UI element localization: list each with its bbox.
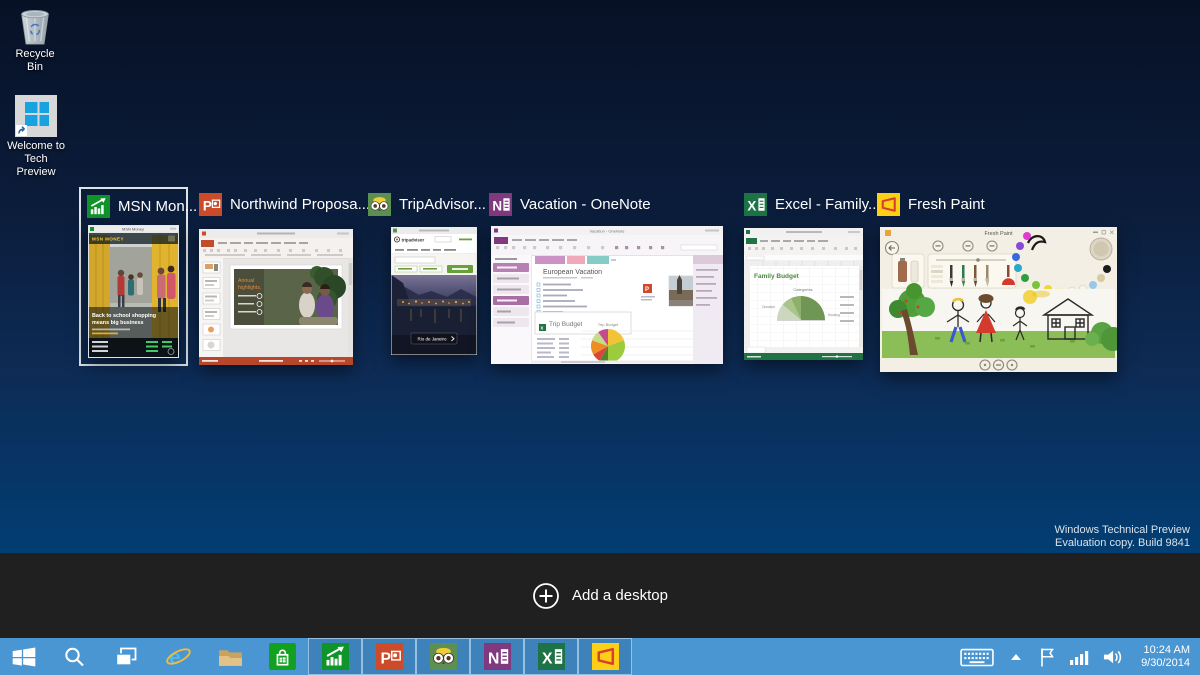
start-button[interactable] (0, 638, 48, 675)
evaluation-watermark: Windows Technical Preview Evaluation cop… (1054, 524, 1190, 549)
plus-circle-icon (532, 582, 560, 610)
recycle-bin-label: Recycle Bin (15, 48, 55, 73)
svg-text:x: x (541, 326, 544, 332)
task-view-window-msn-money[interactable]: MSN Mon... MSN Money MSN MONEY Back to s… (79, 187, 197, 366)
search-icon (62, 645, 86, 669)
network-signal-icon (1070, 649, 1089, 665)
window-title: Vacation - OneNote (520, 195, 651, 213)
tripadvisor-icon (430, 643, 457, 670)
svg-text:Housing: Housing (828, 313, 840, 317)
fresh-paint-icon (877, 193, 900, 216)
svg-text:Donation: Donation (762, 305, 775, 309)
internet-explorer-button[interactable] (152, 638, 204, 675)
window-title: Northwind Proposa... (230, 195, 371, 213)
window-title: Fresh Paint (908, 195, 985, 213)
desktop-icon-recycle-bin[interactable]: Recycle Bin (6, 6, 64, 74)
recycle-bin-icon (14, 6, 56, 46)
window-title: TripAdvisor... (399, 195, 486, 213)
keyboard-icon (960, 645, 994, 669)
touch-keyboard-button[interactable] (960, 645, 994, 669)
svg-text:Trip Budget: Trip Budget (598, 322, 619, 327)
onenote-taskbar-button[interactable] (470, 638, 524, 675)
powerpoint-taskbar-button[interactable] (362, 638, 416, 675)
tray-date: 9/30/2014 (1141, 656, 1190, 669)
msn-money-thumbnail[interactable]: MSN Money MSN MONEY Back to school shopp… (88, 225, 179, 358)
svg-text:European Vacation: European Vacation (543, 269, 602, 276)
onenote-icon (484, 643, 511, 670)
powerpoint-icon (376, 643, 403, 670)
svg-text:Annual: Annual (238, 278, 254, 284)
svg-text:Vacation - OneNote: Vacation - OneNote (590, 228, 626, 233)
search-button[interactable] (48, 638, 100, 675)
msn-money-taskbar-button[interactable] (308, 638, 362, 675)
svg-text:Categories: Categories (793, 287, 812, 292)
windows-logo-icon (10, 644, 38, 670)
welcome-label-line1: Welcome to (7, 140, 65, 152)
tray-time: 10:24 AM (1143, 643, 1190, 656)
svg-text:Rio de Janeiro: Rio de Janeiro (417, 337, 447, 342)
excel-icon (744, 193, 767, 216)
desktop-icon-welcome-tech-preview[interactable]: Welcome to Tech Preview (6, 94, 66, 179)
svg-text:P: P (645, 287, 649, 293)
powerpoint-icon (199, 193, 222, 216)
excel-taskbar-button[interactable] (524, 638, 578, 675)
network-button[interactable] (1070, 649, 1089, 665)
svg-text:tripadvisor: tripadvisor (402, 238, 425, 243)
chevron-up-icon (1008, 649, 1024, 665)
tripadvisor-thumbnail[interactable]: tripadvisor Rio de Janeiro (391, 227, 477, 355)
volume-icon (1103, 648, 1127, 666)
excel-icon (538, 643, 565, 670)
task-view-icon (114, 645, 138, 669)
msn-money-icon (322, 643, 349, 670)
window-title: MSN Mon... (118, 197, 198, 215)
welcome-label-line2: Tech Preview (16, 153, 56, 178)
add-desktop-label: Add a desktop (572, 587, 668, 604)
svg-text:Fresh Paint: Fresh Paint (984, 231, 1013, 237)
svg-text:MSN MONEY: MSN MONEY (92, 237, 124, 242)
svg-text:means big business: means big business (92, 320, 144, 326)
svg-text:Back to school shopping: Back to school shopping (92, 313, 156, 319)
file-explorer-icon (217, 645, 244, 668)
taskbar: 10:24 AM 9/30/2014 (0, 638, 1200, 675)
onenote-thumbnail[interactable]: Vacation - OneNote European Vacation P T… (491, 226, 723, 364)
system-tray: 10:24 AM 9/30/2014 (960, 638, 1200, 675)
svg-text:Trip Budget: Trip Budget (549, 321, 583, 328)
clock[interactable]: 10:24 AM 9/30/2014 (1141, 644, 1190, 670)
onenote-icon (489, 193, 512, 216)
action-center-button[interactable] (1038, 646, 1056, 668)
svg-text:Family Budget: Family Budget (754, 273, 800, 280)
volume-button[interactable] (1103, 648, 1127, 666)
store-icon (269, 643, 296, 670)
desktop: e P (0, 0, 1200, 675)
internet-explorer-icon (165, 643, 192, 670)
flag-icon (1038, 646, 1056, 668)
welcome-shortcut-icon (13, 94, 59, 138)
file-explorer-button[interactable] (204, 638, 256, 675)
task-view-bar: Add a desktop (0, 553, 1200, 638)
add-desktop-button[interactable]: Add a desktop (0, 553, 1200, 638)
show-hidden-icons-button[interactable] (1008, 649, 1024, 665)
fresh-paint-taskbar-button[interactable] (578, 638, 632, 675)
fresh-paint-icon (592, 643, 619, 670)
excel-thumbnail[interactable]: Family Budget Categories Donation Housin… (744, 228, 863, 360)
tripadvisor-icon (368, 193, 391, 216)
task-view-button[interactable] (100, 638, 152, 675)
store-button[interactable] (256, 638, 308, 675)
svg-text:MSN Money: MSN Money (122, 227, 144, 232)
window-title: Excel - Family... (775, 195, 881, 213)
tripadvisor-taskbar-button[interactable] (416, 638, 470, 675)
msn-money-icon (87, 195, 110, 218)
svg-text:highlights.: highlights. (238, 285, 261, 291)
fresh-paint-thumbnail[interactable]: Fresh Paint (880, 227, 1117, 372)
powerpoint-thumbnail[interactable]: Annual highlights. (199, 229, 353, 365)
